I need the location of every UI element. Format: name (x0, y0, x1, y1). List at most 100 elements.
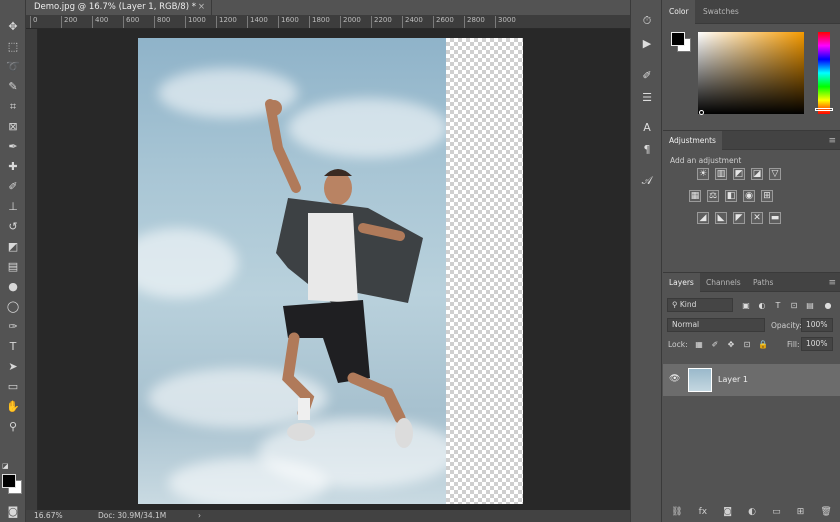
tab-adjustments[interactable]: Adjustments (663, 131, 722, 151)
zoom-icon[interactable]: ⚲ (3, 417, 23, 435)
type-filter-icon[interactable]: T (773, 300, 783, 310)
invert-icon[interactable]: ◢ (697, 212, 709, 224)
posterize-icon[interactable]: ◣ (715, 212, 727, 224)
crop-icon[interactable]: ⌗ (3, 97, 23, 115)
lock-image-icon[interactable]: ✐ (710, 339, 720, 349)
color-picker-marker[interactable] (699, 110, 704, 115)
ruler-tick: 1000 (185, 16, 206, 28)
stamp-icon[interactable]: ⊥ (3, 197, 23, 215)
tab-color[interactable]: Color (663, 0, 695, 24)
brush-settings-icon[interactable]: ✐ (637, 66, 657, 84)
shape-icon[interactable]: ▭ (3, 377, 23, 395)
glyphs-icon[interactable]: 𝒜 (637, 172, 657, 190)
lock-position-icon[interactable]: ✥ (726, 339, 736, 349)
color-foreground-swatch[interactable] (671, 32, 685, 46)
quick-select-icon[interactable]: ✎ (3, 77, 23, 95)
shape-filter-icon[interactable]: ⊡ (789, 300, 799, 310)
adjustments-header: Adjustments ≡ (663, 130, 840, 151)
lasso-icon[interactable]: ➰ (3, 57, 23, 75)
properties-icon[interactable]: ☰ (637, 88, 657, 106)
opacity-input[interactable]: 100% (801, 318, 833, 332)
document-tab[interactable]: Demo.jpg @ 16.7% (Layer 1, RGB/8) * × (26, 0, 212, 15)
layers-menu-icon[interactable]: ≡ (828, 273, 836, 293)
exposure-icon[interactable]: ◪ (751, 168, 763, 180)
path-select-icon[interactable]: ➤ (3, 357, 23, 375)
color-panel-tabs: Color Swatches (663, 0, 840, 24)
tab-paths[interactable]: Paths (747, 273, 779, 293)
selective-color-icon[interactable]: ✕ (751, 212, 763, 224)
hue-slider-handle[interactable] (815, 108, 833, 111)
history-brush-icon[interactable]: ↺ (3, 217, 23, 235)
lock-artboard-icon[interactable]: ⊡ (742, 339, 752, 349)
hue-saturation-icon[interactable]: ▦ (689, 190, 701, 202)
quick-mask-icon[interactable]: ◙ (3, 502, 23, 520)
layer-kind-filter[interactable]: ⚲ Kind (667, 298, 733, 312)
eyedropper-icon[interactable]: ✒ (3, 137, 23, 155)
ruler-tick: 800 (154, 16, 170, 28)
channel-mixer-icon[interactable]: ⊞ (761, 190, 773, 202)
hand-icon[interactable]: ✋ (3, 397, 23, 415)
marquee-icon[interactable]: ⬚ (3, 37, 23, 55)
fill-input[interactable]: 100% (801, 337, 833, 351)
gradient-map-icon[interactable]: ▬ (769, 212, 781, 224)
ruler-tick: 1400 (247, 16, 268, 28)
healing-icon[interactable]: ✚ (3, 157, 23, 175)
pixel-filter-icon[interactable]: ▣ (741, 300, 751, 310)
dodge-icon[interactable]: ◯ (3, 297, 23, 315)
history-icon[interactable]: ⏱ (637, 12, 657, 30)
brush-icon[interactable]: ✐ (3, 177, 23, 195)
color-field[interactable] (698, 32, 804, 114)
lock-all-icon[interactable]: 🔒 (758, 339, 768, 349)
ruler-tick: 1800 (309, 16, 330, 28)
gradient-icon[interactable]: ▤ (3, 257, 23, 275)
tab-layers[interactable]: Layers (663, 273, 700, 293)
eraser-icon[interactable]: ◩ (3, 237, 23, 255)
tab-swatches[interactable]: Swatches (697, 0, 745, 24)
new-group-icon[interactable]: ▭ (772, 507, 781, 517)
blend-mode-select[interactable]: Normal (667, 318, 765, 332)
close-tab-icon[interactable]: × (198, 0, 205, 15)
color-panel (663, 24, 840, 130)
color-balance-icon[interactable]: ⚖ (707, 190, 719, 202)
hue-slider[interactable] (818, 32, 830, 114)
character-icon[interactable]: A (637, 118, 657, 136)
move-icon[interactable]: ✥ (3, 17, 23, 35)
layer-name[interactable]: Layer 1 (718, 364, 748, 396)
threshold-icon[interactable]: ◤ (733, 212, 745, 224)
pen-icon[interactable]: ✑ (3, 317, 23, 335)
layer-row[interactable]: 👁 Layer 1 (663, 364, 840, 396)
status-menu-arrow[interactable]: › (198, 510, 201, 522)
photo-filter-icon[interactable]: ◉ (743, 190, 755, 202)
blur-icon[interactable]: ● (3, 277, 23, 295)
lock-transparent-icon[interactable]: ▦ (694, 339, 704, 349)
new-layer-icon[interactable]: ⊞ (797, 507, 805, 517)
curves-icon[interactable]: ◩ (733, 168, 745, 180)
brightness-icon[interactable]: ☀ (697, 168, 709, 180)
visibility-eye-icon[interactable]: 👁 (669, 374, 680, 384)
vibrance-icon[interactable]: ▽ (769, 168, 781, 180)
link-layers-icon[interactable]: ⛓ (671, 507, 682, 517)
panel-menu-icon[interactable]: ≡ (828, 131, 836, 151)
actions-play-icon[interactable]: ▶ (637, 34, 657, 52)
adjustment-filter-icon[interactable]: ◐ (757, 300, 767, 310)
adjustments-row: ☀ ▥ ◩ ◪ ▽ (697, 168, 781, 180)
layer-mask-icon[interactable]: ◙ (723, 507, 732, 517)
black-white-icon[interactable]: ◧ (725, 190, 737, 202)
canvas-area[interactable] (38, 29, 630, 510)
layer-style-icon[interactable]: fx (699, 507, 708, 517)
layers-footer: ⛓ fx ◙ ◐ ▭ ⊞ 🗑 (663, 502, 840, 522)
smart-object-filter-icon[interactable]: ▤ (805, 300, 815, 310)
foreground-color-swatch[interactable] (2, 474, 16, 488)
frame-icon[interactable]: ⊠ (3, 117, 23, 135)
delete-layer-icon[interactable]: 🗑 (820, 507, 831, 517)
zoom-level[interactable]: 16.67% (34, 510, 63, 522)
default-colors-icon[interactable]: ◪ (2, 462, 9, 470)
filter-toggle-icon[interactable]: ● (823, 300, 833, 310)
paragraph-icon[interactable]: ¶ (637, 140, 657, 158)
type-icon[interactable]: T (3, 337, 23, 355)
levels-icon[interactable]: ▥ (715, 168, 727, 180)
new-adjustment-icon[interactable]: ◐ (748, 507, 756, 517)
fill-label: Fill: (787, 340, 800, 349)
tab-channels[interactable]: Channels (700, 273, 747, 293)
kind-filter-label: Kind (679, 300, 697, 309)
